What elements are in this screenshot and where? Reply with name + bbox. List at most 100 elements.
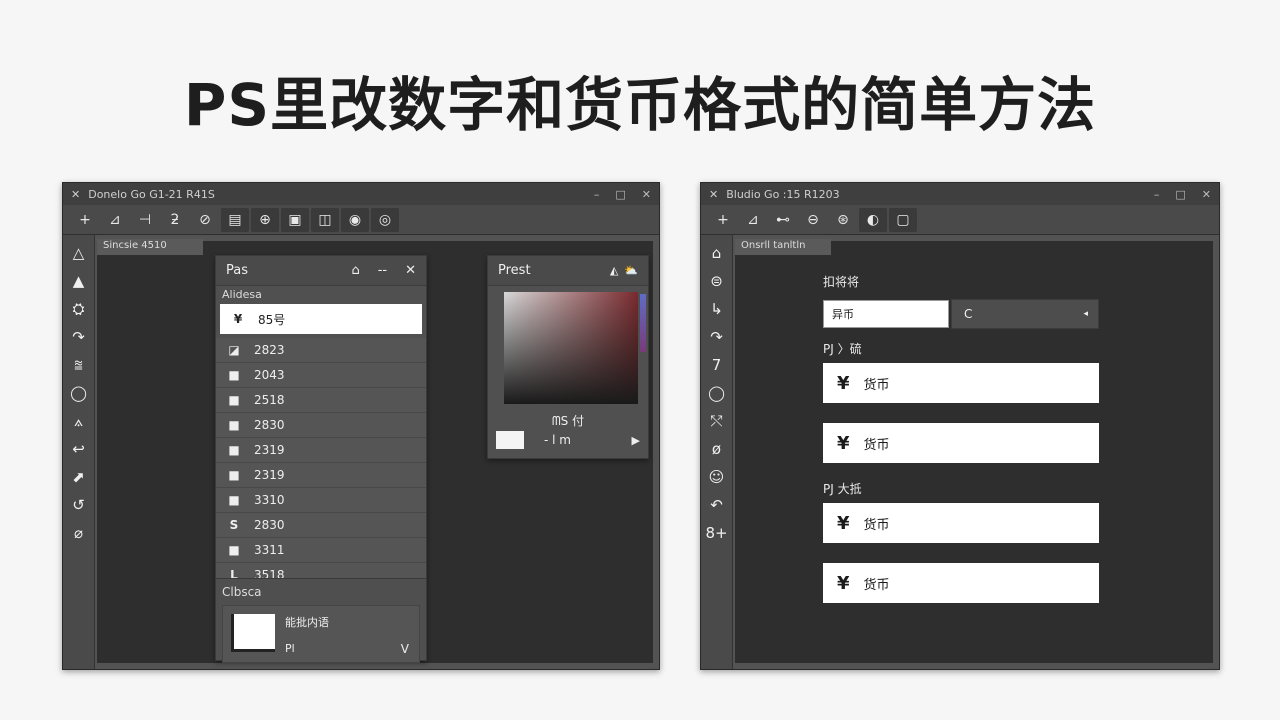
angle-tool-icon[interactable]: ⊿: [101, 208, 129, 232]
minus-circle-icon[interactable]: ⊖: [799, 208, 827, 232]
format-list-item[interactable]: S 2830: [216, 513, 426, 538]
eyedropper-icon[interactable]: ⌀: [65, 519, 93, 547]
color-swatch[interactable]: [496, 431, 524, 449]
smiley-icon[interactable]: ☺: [703, 463, 731, 491]
seven-icon[interactable]: 7: [703, 351, 731, 379]
color-picker-field[interactable]: [504, 292, 638, 404]
format-list-item[interactable]: ■ 3311: [216, 538, 426, 563]
redo-icon[interactable]: ↷: [703, 323, 731, 351]
square-icon[interactable]: ▢: [889, 207, 917, 232]
format-list-item[interactable]: ◪ 2823: [216, 338, 426, 363]
right-tools-panel: ⌂ ⊜ ↳ ↷ 7 ◯ ⤲ ø ☺ ↶ 8+: [701, 235, 733, 669]
add-icon[interactable]: +: [709, 208, 737, 232]
slash-circle-icon[interactable]: ø: [703, 435, 731, 463]
arrow-down-right-icon[interactable]: ↳: [703, 295, 731, 323]
undo-icon[interactable]: ↶: [703, 491, 731, 519]
color-stepper[interactable]: - l m: [532, 433, 624, 447]
align-icon[interactable]: ⊣: [131, 208, 159, 232]
maximize-button[interactable]: □: [1175, 188, 1185, 201]
curve-icon[interactable]: ƻ: [161, 208, 189, 232]
triangle-filled-icon[interactable]: ▲: [65, 267, 93, 295]
close-x-icon[interactable]: ✕: [709, 188, 718, 201]
format-panel: Pas ⌂ -- ✕ Alidesa ¥ 85号 ◪ 2823 ■ 2043 ■ 2518…: [215, 255, 427, 663]
footer-text: 能批内语: [285, 616, 329, 629]
angle-tool-icon[interactable]: ⊿: [739, 208, 767, 232]
ellipse-icon[interactable]: ◯: [65, 379, 93, 407]
format-list-item[interactable]: ■ 2518: [216, 388, 426, 413]
format-row-value: 3311: [254, 543, 285, 557]
format-list-item[interactable]: ■ 2043: [216, 363, 426, 388]
format-list-item[interactable]: ■ 2319: [216, 438, 426, 463]
selected-format-row[interactable]: ¥ 85号: [220, 304, 422, 334]
right-document-tab[interactable]: Onsrll tanltln: [735, 239, 831, 255]
layout-icon[interactable]: ◫: [311, 207, 339, 232]
rotate-icon[interactable]: ↺: [65, 491, 93, 519]
format-list-item[interactable]: ■ 2830: [216, 413, 426, 438]
crossing-icon[interactable]: ⤲: [703, 407, 731, 435]
zoom-plus-icon[interactable]: 8+: [703, 519, 731, 547]
minimize-button[interactable]: –: [594, 188, 600, 201]
gear-icon[interactable]: ⛭: [65, 295, 93, 323]
link-icon[interactable]: ⊷: [769, 208, 797, 232]
mountain-icon[interactable]: ◭: [610, 264, 618, 277]
cloud-icon[interactable]: ⛅: [624, 264, 638, 277]
currency-field-3[interactable]: ¥ 货币: [823, 503, 1099, 543]
maximize-button[interactable]: □: [615, 188, 625, 201]
home-icon[interactable]: ⌂: [351, 263, 359, 278]
eye-icon[interactable]: ⊘: [191, 208, 219, 232]
right-window-title: Bludio Go :15 R1203: [726, 187, 840, 201]
format-label: 扣将将: [823, 275, 860, 289]
footer-preview-box[interactable]: 能批内语 Pl V: [222, 605, 420, 663]
undo-icon[interactable]: ↩: [65, 435, 93, 463]
panel-close-icon[interactable]: ✕: [405, 263, 416, 278]
star-circle-icon[interactable]: ⊛: [829, 208, 857, 232]
contrast-icon[interactable]: ◐: [859, 207, 887, 232]
format-panel-title: Pas: [226, 263, 248, 278]
triangle-outline-icon[interactable]: △: [65, 239, 93, 267]
page-headline: PS里改数字和货币格式的简单方法: [183, 71, 1097, 139]
arrow-icon[interactable]: ⬈: [65, 463, 93, 491]
hue-slider[interactable]: [640, 294, 646, 352]
format-row-icon: ■: [228, 393, 240, 407]
yen-icon: ¥: [837, 372, 850, 394]
currency-field-2[interactable]: ¥ 货币: [823, 423, 1099, 463]
minimize-button[interactable]: –: [1154, 188, 1160, 201]
play-icon[interactable]: ▶: [632, 434, 640, 447]
format-input[interactable]: 异币: [823, 300, 949, 328]
format-row-value: 2830: [254, 518, 285, 532]
document-icon[interactable]: ▤: [221, 207, 249, 232]
search-icon[interactable]: ◎: [371, 207, 399, 232]
collapse-icon[interactable]: --: [378, 263, 387, 278]
close-button[interactable]: ✕: [1202, 188, 1211, 201]
format-row-value: 2830: [254, 418, 285, 432]
format-list-item[interactable]: ■ 2319: [216, 463, 426, 488]
record-icon[interactable]: ◉: [341, 207, 369, 232]
add-icon[interactable]: +: [71, 208, 99, 232]
layers-icon[interactable]: ⩰: [65, 351, 93, 379]
ellipse-icon[interactable]: ◯: [703, 379, 731, 407]
redo-icon[interactable]: ↷: [65, 323, 93, 351]
currency-field-text: 货币: [863, 517, 890, 533]
yen-icon: ¥: [233, 312, 243, 326]
chevron-down-icon[interactable]: V: [401, 642, 409, 656]
circle-icon[interactable]: ⊜: [703, 267, 731, 295]
format-row-icon: ■: [228, 543, 240, 557]
close-x-icon[interactable]: ✕: [71, 188, 80, 201]
footer-sub: Pl: [285, 642, 295, 655]
format-dropdown[interactable]: C ◂: [951, 299, 1099, 329]
close-button[interactable]: ✕: [642, 188, 651, 201]
currency-field-text: 货币: [863, 577, 890, 593]
currency-field-4[interactable]: ¥ 货币: [823, 563, 1099, 603]
currency-group-label-2: PJ 大抵: [823, 482, 862, 496]
globe-icon[interactable]: ⊕: [251, 207, 279, 232]
home-icon[interactable]: ⌂: [703, 239, 731, 267]
pen-icon[interactable]: ⟑: [65, 407, 93, 435]
yen-icon: ¥: [837, 572, 850, 594]
currency-field-1[interactable]: ¥ 货币: [823, 363, 1099, 403]
color-panel-title: Prest: [498, 263, 531, 278]
frame-icon[interactable]: ▣: [281, 207, 309, 232]
left-document-tab[interactable]: Sincsie 4510: [97, 239, 203, 255]
right-editor-window: ✕ Bludio Go :15 R1203 – □ ✕ + ⊿ ⊷ ⊖ ⊛ ◐ …: [700, 182, 1220, 670]
format-list-item[interactable]: ■ 3310: [216, 488, 426, 513]
preview-thumbnail: [231, 614, 275, 652]
